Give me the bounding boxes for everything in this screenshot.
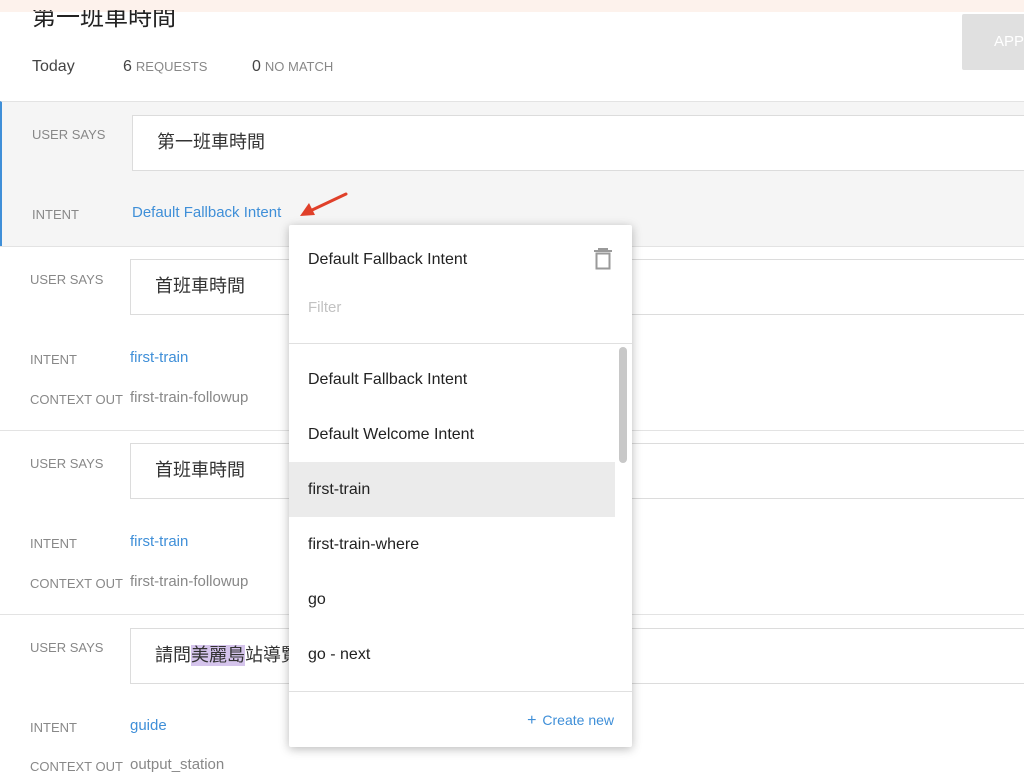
context-out-value[interactable]: output_station (130, 756, 224, 773)
says-text-pre: 請問 (155, 645, 191, 666)
create-new-link[interactable]: + Create new (527, 712, 614, 730)
divider (289, 691, 632, 692)
selected-intent[interactable]: Default Fallback Intent (308, 251, 467, 269)
intent-option[interactable]: first-train-where (289, 517, 615, 572)
plus-icon: + (527, 712, 537, 729)
annotation-arrow-icon (300, 192, 348, 216)
context-out-value[interactable]: first-train-followup (130, 389, 248, 406)
intent-dropdown: Default Fallback Intent Default Fallback… (289, 225, 632, 747)
intent-label: INTENT (30, 720, 77, 735)
intent-label: INTENT (32, 207, 79, 222)
context-out-label: CONTEXT OUT (30, 392, 123, 407)
intent-label: INTENT (30, 352, 77, 367)
user-says-label: USER SAYS (30, 456, 104, 471)
intent-list[interactable]: Default Fallback Intent Default Welcome … (289, 352, 615, 692)
intent-option-hovered[interactable]: first-train (289, 462, 615, 517)
divider (289, 343, 632, 344)
intent-link[interactable]: first-train (130, 349, 188, 366)
intent-link[interactable]: guide (130, 717, 167, 734)
intent-option[interactable]: go (289, 572, 615, 627)
intent-label: INTENT (30, 536, 77, 551)
user-says-label: USER SAYS (30, 272, 104, 287)
stat-requests[interactable]: 6 REQUESTS (123, 58, 207, 76)
stat-today[interactable]: Today (32, 58, 75, 76)
user-says-label: USER SAYS (32, 127, 106, 142)
intent-option[interactable]: Default Welcome Intent (289, 407, 615, 462)
context-out-label: CONTEXT OUT (30, 576, 123, 591)
context-out-value[interactable]: first-train-followup (130, 573, 248, 590)
stat-no-match[interactable]: 0 NO MATCH (252, 58, 333, 76)
intent-option[interactable]: Default Fallback Intent (289, 352, 615, 407)
scrollbar[interactable] (619, 347, 627, 463)
intent-option[interactable]: go - next (289, 627, 615, 682)
entity-highlight[interactable]: 美麗島 (191, 645, 245, 666)
user-says-label: USER SAYS (30, 640, 104, 655)
filter-input[interactable] (308, 299, 608, 316)
intent-link[interactable]: Default Fallback Intent (132, 204, 281, 221)
intent-link[interactable]: first-train (130, 533, 188, 550)
trash-icon[interactable] (593, 247, 613, 271)
create-new-label: Create new (542, 712, 614, 728)
approve-button[interactable]: APP (962, 14, 1024, 70)
user-says-input[interactable]: 第一班車時間 (132, 115, 1024, 171)
